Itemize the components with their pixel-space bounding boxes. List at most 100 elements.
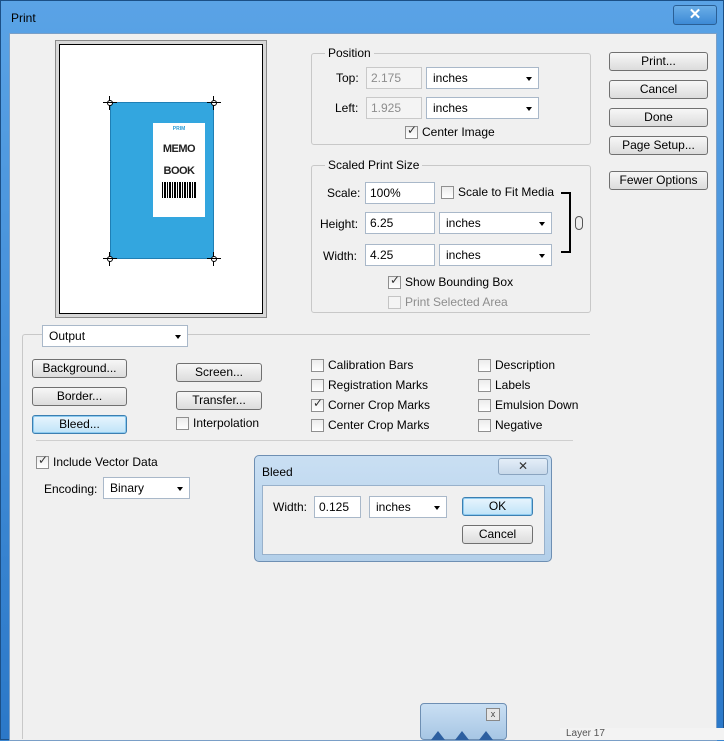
chevron-down-icon (175, 335, 181, 339)
arrow-icon[interactable] (431, 731, 445, 740)
screen-button[interactable]: Screen... (176, 363, 262, 382)
page-setup-button[interactable]: Page Setup... (609, 136, 708, 155)
check-icon: ✓ (390, 273, 401, 287)
chevron-down-icon (434, 506, 440, 510)
bounding-box-handle-bottom-left[interactable] (103, 252, 117, 266)
bleed-width-input[interactable]: 0.125 (314, 496, 361, 518)
chevron-down-icon (177, 487, 183, 491)
encoding-label: Encoding: (44, 482, 98, 496)
width-label: Width: (323, 249, 358, 263)
bleed-ok-button[interactable]: OK (462, 497, 533, 516)
book-brand: PRIM (172, 126, 186, 132)
background-layer-label: Layer 17 (560, 728, 724, 740)
labels-checkbox[interactable]: Labels (478, 379, 530, 392)
encoding-value: Binary (110, 481, 145, 495)
background-button[interactable]: Background... (32, 359, 127, 378)
bleed-cancel-button[interactable]: Cancel (462, 525, 533, 544)
print-selected-area-checkbox[interactable]: Print Selected Area (388, 296, 508, 309)
include-vector-data-checkbox[interactable]: ✓ Include Vector Data (36, 453, 158, 469)
encoding-select[interactable]: Binary (103, 477, 190, 499)
bounding-box-handle-bottom-right[interactable] (207, 252, 221, 266)
checkbox-box: ✓ (388, 273, 401, 289)
bleed-button[interactable]: Bleed... (32, 415, 127, 434)
title-bar[interactable]: Print ✕ (1, 1, 723, 33)
width-input[interactable]: 4.25 (365, 244, 435, 266)
book-title-line2: BOOK (163, 165, 196, 177)
scale-to-fit-label: Scale to Fit Media (458, 185, 555, 199)
checkbox-box (478, 359, 491, 372)
height-input[interactable]: 6.25 (365, 212, 435, 234)
scale-label: Scale: (327, 186, 361, 200)
panel-close-button[interactable]: x (486, 708, 500, 721)
center-crop-marks-checkbox[interactable]: Center Crop Marks (311, 419, 429, 432)
bounding-box-handle-top-left[interactable] (103, 96, 117, 110)
left-unit-select[interactable]: inches (426, 97, 539, 119)
height-label: Height: (320, 217, 359, 231)
checkbox-box: ✓ (36, 453, 49, 469)
print-dialog-window: Print ✕ PRIM MEMO BOOK Position Top: 2.1… (0, 0, 724, 741)
top-unit-value: inches (433, 71, 468, 85)
corner-crop-marks-checkbox[interactable]: ✓ Corner Crop Marks (311, 396, 431, 412)
transfer-button[interactable]: Transfer... (176, 391, 262, 410)
bleed-dialog-body: Width: 0.125 inches OK Cancel (262, 485, 545, 555)
top-unit-select[interactable]: inches (426, 67, 539, 89)
bounding-box-handle-top-right[interactable] (207, 96, 221, 110)
scale-input[interactable]: 100% (365, 182, 435, 204)
checkbox-box (441, 186, 454, 199)
bleed-unit-select[interactable]: inches (369, 496, 447, 518)
chevron-down-icon (539, 222, 545, 226)
cancel-button[interactable]: Cancel (609, 80, 708, 99)
arrow-icon[interactable] (479, 731, 493, 740)
constrain-bracket (561, 192, 571, 253)
emulsion-down-checkbox[interactable]: Emulsion Down (478, 399, 578, 412)
description-checkbox[interactable]: Description (478, 359, 555, 372)
check-icon: ✓ (313, 396, 324, 410)
check-icon: ✓ (38, 453, 49, 467)
output-divider (36, 440, 573, 441)
registration-marks-label: Registration Marks (328, 378, 429, 392)
interpolation-checkbox[interactable]: Interpolation (176, 417, 259, 430)
checkbox-box (478, 419, 491, 432)
top-input[interactable]: 2.175 (366, 67, 422, 89)
width-unit-select[interactable]: inches (439, 244, 552, 266)
check-icon: ✓ (407, 123, 418, 137)
center-image-checkbox[interactable]: ✓ Center Image (405, 123, 495, 139)
calibration-bars-checkbox[interactable]: Calibration Bars (311, 359, 413, 372)
height-unit-select[interactable]: inches (439, 212, 552, 234)
top-label: Top: (336, 71, 359, 85)
negative-label: Negative (495, 418, 543, 432)
chevron-down-icon (526, 77, 532, 81)
book-title-line1: MEMO (162, 143, 196, 155)
calibration-bars-label: Calibration Bars (328, 358, 414, 372)
emulsion-down-label: Emulsion Down (495, 398, 579, 412)
done-button[interactable]: Done (609, 108, 708, 127)
chevron-down-icon (539, 254, 545, 258)
chain-link-icon[interactable] (575, 216, 583, 230)
interpolation-label: Interpolation (193, 416, 260, 430)
center-image-label: Center Image (422, 125, 495, 139)
bleed-dialog: Bleed ✕ Width: 0.125 inches OK Cancel (254, 455, 552, 562)
checkbox-box (311, 419, 324, 432)
dialog-client-area: PRIM MEMO BOOK Position Top: 2.175 inche… (9, 33, 717, 741)
print-button[interactable]: Print... (609, 52, 708, 71)
fewer-options-button[interactable]: Fewer Options (609, 171, 708, 190)
barcode-icon (162, 182, 196, 198)
border-button[interactable]: Border... (32, 387, 127, 406)
center-crop-marks-label: Center Crop Marks (328, 418, 430, 432)
scale-to-fit-checkbox[interactable]: Scale to Fit Media (441, 186, 554, 199)
labels-label: Labels (495, 378, 531, 392)
close-button[interactable]: ✕ (673, 5, 717, 25)
position-group-title: Position (325, 46, 374, 60)
position-group: Position Top: 2.175 inches Left: 1.925 i… (311, 46, 591, 145)
left-input[interactable]: 1.925 (366, 97, 422, 119)
registration-marks-checkbox[interactable]: Registration Marks (311, 379, 428, 392)
preview-image[interactable]: PRIM MEMO BOOK (110, 102, 214, 259)
chevron-down-icon (526, 107, 532, 111)
output-section-select[interactable]: Output (42, 325, 188, 347)
preview-book-cover: PRIM MEMO BOOK (153, 123, 205, 217)
negative-checkbox[interactable]: Negative (478, 419, 542, 432)
arrow-icon[interactable] (455, 731, 469, 740)
bleed-dialog-close-button[interactable]: ✕ (498, 458, 548, 475)
corner-crop-marks-label: Corner Crop Marks (328, 398, 431, 412)
show-bounding-box-checkbox[interactable]: ✓ Show Bounding Box (388, 273, 513, 289)
